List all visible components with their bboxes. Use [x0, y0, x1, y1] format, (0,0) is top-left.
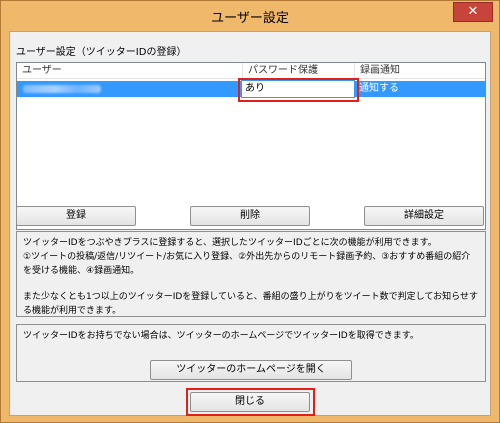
- homepage-info-text: ツイッターIDをお持ちでない場合は、ツイッターのホームページでツイッターIDを取…: [23, 331, 419, 341]
- info-line-1: ツイッターIDをつぶやきプラスに登録すると、選択したツイッターIDごとに次の機能…: [23, 238, 437, 248]
- info-line-2: ①ツイートの投稿/返信/リツイート/お気に入り登録、②外出先からのリモート録画予…: [23, 252, 471, 276]
- delete-button[interactable]: 削除: [190, 206, 310, 226]
- dialog-body: ユーザー設定（ツイッターIDの登録） ユーザー パスワード保護 録画通知 あり …: [9, 31, 491, 416]
- highlight-box-password: [238, 78, 359, 102]
- close-icon[interactable]: ✕: [453, 2, 493, 22]
- user-list[interactable]: ユーザー パスワード保護 録画通知 あり 通知する: [16, 62, 486, 230]
- notify-cell: 通知する: [359, 83, 399, 94]
- details-button[interactable]: 詳細設定: [364, 206, 484, 226]
- dialog-window: ユーザー設定 ✕ ユーザー設定（ツイッターIDの登録） ユーザー パスワード保護…: [0, 0, 500, 423]
- register-button[interactable]: 登録: [16, 206, 136, 226]
- group-label: ユーザー設定（ツイッターIDの登録）: [16, 47, 187, 58]
- open-homepage-button[interactable]: ツイッターのホームページを開く: [150, 360, 352, 380]
- feature-info-box: ツイッターIDをつぶやきプラスに登録すると、選択したツイッターIDごとに次の機能…: [16, 231, 486, 317]
- title-bar[interactable]: ユーザー設定 ✕: [1, 1, 499, 31]
- column-header-user[interactable]: ユーザー: [17, 63, 243, 79]
- window-title: ユーザー設定: [211, 11, 289, 26]
- column-header-notify[interactable]: 録画通知: [355, 63, 485, 79]
- info-line-3: また少なくとも1つ以上のツイッターIDを登録していると、番組の盛り上がりをツイー…: [23, 292, 478, 316]
- column-header-password[interactable]: パスワード保護: [243, 63, 355, 79]
- list-header: ユーザー パスワード保護 録画通知: [17, 63, 485, 79]
- highlight-box-close: [186, 388, 315, 416]
- blurred-username: [23, 85, 101, 93]
